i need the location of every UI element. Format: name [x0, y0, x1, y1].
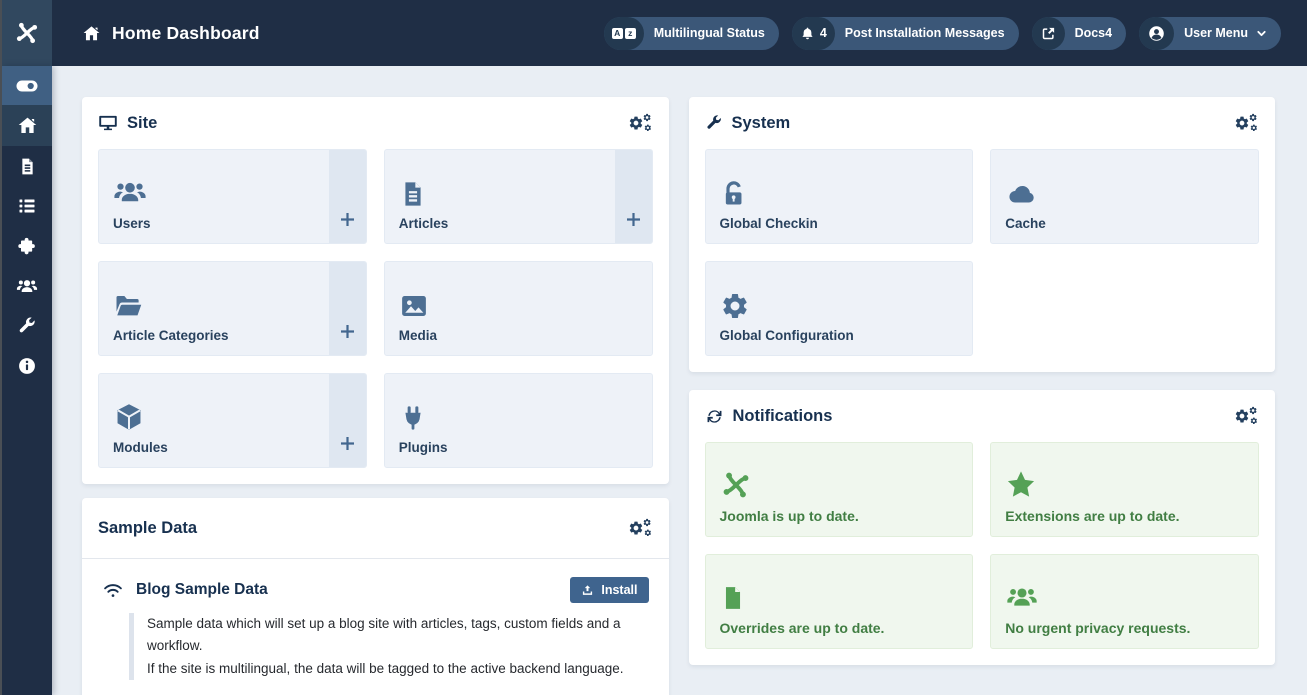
puzzle-icon	[17, 236, 37, 256]
plug-icon	[399, 403, 638, 433]
docs-button[interactable]: Docs4	[1032, 17, 1127, 50]
cogs-icon	[628, 518, 653, 538]
sync-icon	[705, 407, 724, 426]
users-icon	[16, 275, 38, 297]
sidebar-item-menu-toggle[interactable]	[2, 66, 52, 105]
add-icon	[338, 210, 357, 229]
gear-icon	[720, 291, 959, 321]
tile-users[interactable]: Users	[98, 149, 367, 244]
joomla-icon	[14, 20, 40, 46]
notification-count-badge: 4	[820, 26, 827, 40]
tile-media[interactable]: Media	[384, 261, 653, 356]
info-icon	[17, 356, 37, 376]
language-icon: Az	[604, 17, 644, 50]
add-article-category-button[interactable]	[329, 262, 366, 355]
sidebar-item-help[interactable]	[2, 346, 52, 386]
unlock-icon	[720, 179, 959, 209]
site-card-header: Site	[98, 113, 653, 133]
file-icon	[720, 583, 959, 613]
notifications-settings-button[interactable]	[1234, 406, 1259, 426]
user-icon	[1139, 17, 1174, 50]
sidebar-item-users[interactable]	[2, 266, 52, 306]
topbar-buttons: Az Multilingual Status 4 Post Installati…	[604, 17, 1281, 50]
sample-data-body: Blog Sample Data Install Sample data whi…	[82, 559, 669, 695]
notifications-card-header: Notifications	[705, 406, 1260, 426]
article-icon	[18, 157, 37, 176]
site-settings-button[interactable]	[628, 113, 653, 133]
joomla-admin-dashboard: Home Dashboard Az Multilingual Status 4 …	[0, 0, 1307, 695]
home-icon	[82, 24, 101, 43]
toggle-icon	[15, 74, 39, 98]
site-card: Site Users	[82, 97, 669, 484]
cube-icon	[113, 401, 315, 433]
tile-privacy-requests-status[interactable]: No urgent privacy requests.	[990, 554, 1259, 649]
sample-data-description: Sample data which will set up a blog sit…	[129, 613, 649, 680]
sidebar-item-content[interactable]	[2, 146, 52, 186]
tile-plugins[interactable]: Plugins	[384, 373, 653, 468]
wrench-icon	[705, 114, 723, 132]
tile-global-configuration[interactable]: Global Configuration	[705, 261, 974, 356]
image-icon	[399, 291, 638, 321]
tile-global-checkin[interactable]: Global Checkin	[705, 149, 974, 244]
sample-data-header: Sample Data	[82, 498, 669, 559]
tile-article-categories[interactable]: Article Categories	[98, 261, 367, 356]
folder-open-icon	[113, 291, 315, 321]
external-link-icon	[1032, 17, 1065, 50]
system-card: System Global Checkin	[689, 97, 1276, 372]
system-card-header: System	[705, 113, 1260, 133]
tile-articles[interactable]: Articles	[384, 149, 653, 244]
multilingual-status-button[interactable]: Az Multilingual Status	[604, 17, 779, 50]
site-tiles: Users Articles	[98, 149, 653, 468]
joomla-logo[interactable]	[2, 0, 52, 66]
upload-icon	[581, 584, 594, 597]
sidebar-item-home[interactable]	[2, 105, 52, 146]
add-article-button[interactable]	[615, 150, 652, 243]
star-icon	[1005, 469, 1244, 501]
sidebar	[2, 66, 52, 695]
tile-overrides-update-status[interactable]: Overrides are up to date.	[705, 554, 974, 649]
sample-data-card: Sample Data Blog Sample Data Install	[82, 498, 669, 695]
bell-icon: 4	[792, 17, 835, 50]
system-settings-button[interactable]	[1234, 113, 1259, 133]
tile-cache[interactable]: Cache	[990, 149, 1259, 244]
add-icon	[338, 322, 357, 341]
topbar: Home Dashboard Az Multilingual Status 4 …	[52, 0, 1307, 66]
sidebar-item-components[interactable]	[2, 226, 52, 266]
cogs-icon	[1234, 113, 1259, 133]
main-content: Site Users	[52, 66, 1307, 695]
tile-joomla-update-status[interactable]: Joomla is up to date.	[705, 442, 974, 537]
tile-extensions-update-status[interactable]: Extensions are up to date.	[990, 442, 1259, 537]
list-icon	[17, 196, 37, 216]
home-icon	[17, 115, 38, 136]
desktop-icon	[98, 113, 118, 133]
wifi-icon	[102, 581, 124, 599]
blog-sample-data-title: Blog Sample Data	[136, 581, 268, 599]
sidebar-item-menus[interactable]	[2, 186, 52, 226]
install-button[interactable]: Install	[570, 577, 648, 603]
cogs-icon	[628, 113, 653, 133]
add-module-button[interactable]	[329, 374, 366, 467]
notifications-card: Notifications Joomla is up to date.	[689, 390, 1276, 665]
sample-data-settings-button[interactable]	[628, 518, 653, 538]
article-icon	[399, 179, 601, 209]
page-title: Home Dashboard	[82, 23, 260, 44]
post-installation-messages-button[interactable]: 4 Post Installation Messages	[792, 17, 1019, 50]
users-icon	[1005, 581, 1244, 613]
sidebar-item-system[interactable]	[2, 306, 52, 346]
right-column: System Global Checkin	[689, 97, 1276, 665]
users-icon	[113, 175, 315, 209]
wrench-icon	[17, 316, 37, 336]
notification-tiles: Joomla is up to date. Extensions are up …	[705, 442, 1260, 649]
tile-modules[interactable]: Modules	[98, 373, 367, 468]
joomla-icon	[720, 469, 959, 501]
cogs-icon	[1234, 406, 1259, 426]
add-users-button[interactable]	[329, 150, 366, 243]
system-tiles: Global Checkin Cache Global Configuratio…	[705, 149, 1260, 356]
add-icon	[338, 434, 357, 453]
user-menu-button[interactable]: User Menu	[1139, 17, 1281, 50]
add-icon	[624, 210, 643, 229]
left-column: Site Users	[82, 97, 669, 695]
chevron-down-icon	[1256, 28, 1267, 39]
cloud-icon	[1005, 179, 1244, 209]
